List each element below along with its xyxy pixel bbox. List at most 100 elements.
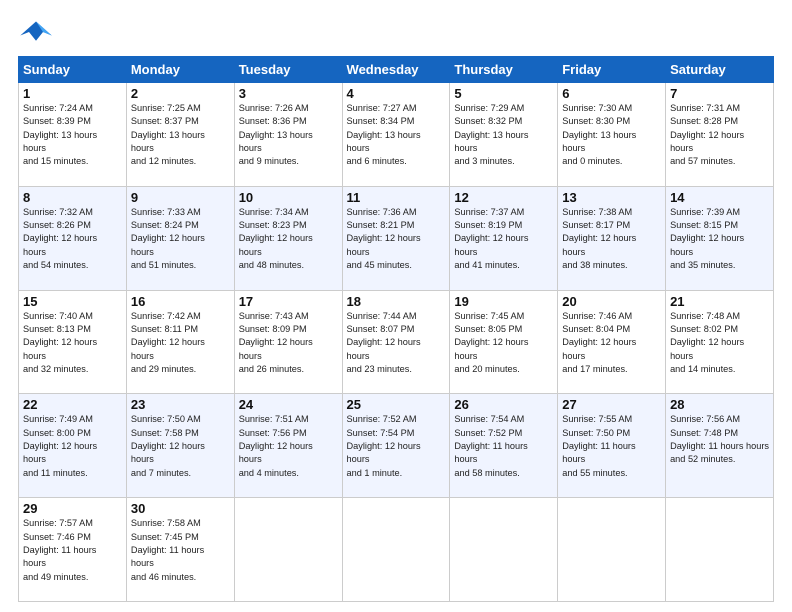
table-row: 7Sunrise: 7:31 AMSunset: 8:28 PMDaylight… bbox=[666, 83, 774, 187]
day-number: 11 bbox=[347, 190, 446, 205]
day-info: Sunrise: 7:56 AMSunset: 7:48 PMDaylight:… bbox=[670, 413, 769, 466]
day-info: Sunrise: 7:38 AMSunset: 8:17 PMDaylight:… bbox=[562, 206, 661, 273]
day-number: 17 bbox=[239, 294, 338, 309]
table-row: 24Sunrise: 7:51 AMSunset: 7:56 PMDayligh… bbox=[234, 394, 342, 498]
day-info: Sunrise: 7:25 AMSunset: 8:37 PMDaylight:… bbox=[131, 102, 230, 169]
table-row: 2Sunrise: 7:25 AMSunset: 8:37 PMDaylight… bbox=[126, 83, 234, 187]
day-number: 27 bbox=[562, 397, 661, 412]
day-info: Sunrise: 7:58 AMSunset: 7:45 PMDaylight:… bbox=[131, 517, 230, 584]
day-info: Sunrise: 7:37 AMSunset: 8:19 PMDaylight:… bbox=[454, 206, 553, 273]
day-number: 23 bbox=[131, 397, 230, 412]
day-number: 6 bbox=[562, 86, 661, 101]
day-info: Sunrise: 7:45 AMSunset: 8:05 PMDaylight:… bbox=[454, 310, 553, 377]
table-row: 5Sunrise: 7:29 AMSunset: 8:32 PMDaylight… bbox=[450, 83, 558, 187]
table-row: 27Sunrise: 7:55 AMSunset: 7:50 PMDayligh… bbox=[558, 394, 666, 498]
table-row: 30Sunrise: 7:58 AMSunset: 7:45 PMDayligh… bbox=[126, 498, 234, 602]
table-row bbox=[234, 498, 342, 602]
day-info: Sunrise: 7:54 AMSunset: 7:52 PMDaylight:… bbox=[454, 413, 553, 480]
day-number: 8 bbox=[23, 190, 122, 205]
day-number: 21 bbox=[670, 294, 769, 309]
day-number: 9 bbox=[131, 190, 230, 205]
day-info: Sunrise: 7:34 AMSunset: 8:23 PMDaylight:… bbox=[239, 206, 338, 273]
table-row: 16Sunrise: 7:42 AMSunset: 8:11 PMDayligh… bbox=[126, 290, 234, 394]
day-info: Sunrise: 7:44 AMSunset: 8:07 PMDaylight:… bbox=[347, 310, 446, 377]
day-info: Sunrise: 7:57 AMSunset: 7:46 PMDaylight:… bbox=[23, 517, 122, 584]
day-info: Sunrise: 7:24 AMSunset: 8:39 PMDaylight:… bbox=[23, 102, 122, 169]
page: Sunday Monday Tuesday Wednesday Thursday… bbox=[0, 0, 792, 612]
day-info: Sunrise: 7:50 AMSunset: 7:58 PMDaylight:… bbox=[131, 413, 230, 480]
weekday-header-row: Sunday Monday Tuesday Wednesday Thursday… bbox=[19, 57, 774, 83]
day-info: Sunrise: 7:49 AMSunset: 8:00 PMDaylight:… bbox=[23, 413, 122, 480]
table-row: 18Sunrise: 7:44 AMSunset: 8:07 PMDayligh… bbox=[342, 290, 450, 394]
day-number: 1 bbox=[23, 86, 122, 101]
table-row: 3Sunrise: 7:26 AMSunset: 8:36 PMDaylight… bbox=[234, 83, 342, 187]
day-number: 22 bbox=[23, 397, 122, 412]
day-number: 4 bbox=[347, 86, 446, 101]
day-number: 26 bbox=[454, 397, 553, 412]
day-number: 18 bbox=[347, 294, 446, 309]
table-row: 6Sunrise: 7:30 AMSunset: 8:30 PMDaylight… bbox=[558, 83, 666, 187]
day-number: 14 bbox=[670, 190, 769, 205]
header-thursday: Thursday bbox=[450, 57, 558, 83]
table-row bbox=[558, 498, 666, 602]
day-number: 16 bbox=[131, 294, 230, 309]
header-sunday: Sunday bbox=[19, 57, 127, 83]
table-row: 12Sunrise: 7:37 AMSunset: 8:19 PMDayligh… bbox=[450, 186, 558, 290]
table-row: 21Sunrise: 7:48 AMSunset: 8:02 PMDayligh… bbox=[666, 290, 774, 394]
table-row: 23Sunrise: 7:50 AMSunset: 7:58 PMDayligh… bbox=[126, 394, 234, 498]
day-number: 5 bbox=[454, 86, 553, 101]
day-info: Sunrise: 7:27 AMSunset: 8:34 PMDaylight:… bbox=[347, 102, 446, 169]
table-row: 22Sunrise: 7:49 AMSunset: 8:00 PMDayligh… bbox=[19, 394, 127, 498]
table-row: 26Sunrise: 7:54 AMSunset: 7:52 PMDayligh… bbox=[450, 394, 558, 498]
day-info: Sunrise: 7:51 AMSunset: 7:56 PMDaylight:… bbox=[239, 413, 338, 480]
table-row: 14Sunrise: 7:39 AMSunset: 8:15 PMDayligh… bbox=[666, 186, 774, 290]
day-info: Sunrise: 7:26 AMSunset: 8:36 PMDaylight:… bbox=[239, 102, 338, 169]
day-info: Sunrise: 7:36 AMSunset: 8:21 PMDaylight:… bbox=[347, 206, 446, 273]
table-row bbox=[450, 498, 558, 602]
day-info: Sunrise: 7:32 AMSunset: 8:26 PMDaylight:… bbox=[23, 206, 122, 273]
day-info: Sunrise: 7:39 AMSunset: 8:15 PMDaylight:… bbox=[670, 206, 769, 273]
day-number: 19 bbox=[454, 294, 553, 309]
day-number: 3 bbox=[239, 86, 338, 101]
day-number: 13 bbox=[562, 190, 661, 205]
day-number: 25 bbox=[347, 397, 446, 412]
day-info: Sunrise: 7:43 AMSunset: 8:09 PMDaylight:… bbox=[239, 310, 338, 377]
header-friday: Friday bbox=[558, 57, 666, 83]
day-number: 2 bbox=[131, 86, 230, 101]
day-number: 29 bbox=[23, 501, 122, 516]
table-row bbox=[342, 498, 450, 602]
table-row: 17Sunrise: 7:43 AMSunset: 8:09 PMDayligh… bbox=[234, 290, 342, 394]
day-number: 15 bbox=[23, 294, 122, 309]
header-wednesday: Wednesday bbox=[342, 57, 450, 83]
calendar-table: Sunday Monday Tuesday Wednesday Thursday… bbox=[18, 56, 774, 602]
day-number: 12 bbox=[454, 190, 553, 205]
logo bbox=[18, 18, 58, 46]
day-info: Sunrise: 7:48 AMSunset: 8:02 PMDaylight:… bbox=[670, 310, 769, 377]
table-row: 10Sunrise: 7:34 AMSunset: 8:23 PMDayligh… bbox=[234, 186, 342, 290]
day-number: 24 bbox=[239, 397, 338, 412]
day-info: Sunrise: 7:40 AMSunset: 8:13 PMDaylight:… bbox=[23, 310, 122, 377]
day-info: Sunrise: 7:30 AMSunset: 8:30 PMDaylight:… bbox=[562, 102, 661, 169]
day-info: Sunrise: 7:42 AMSunset: 8:11 PMDaylight:… bbox=[131, 310, 230, 377]
table-row: 28Sunrise: 7:56 AMSunset: 7:48 PMDayligh… bbox=[666, 394, 774, 498]
day-number: 20 bbox=[562, 294, 661, 309]
table-row: 11Sunrise: 7:36 AMSunset: 8:21 PMDayligh… bbox=[342, 186, 450, 290]
table-row: 4Sunrise: 7:27 AMSunset: 8:34 PMDaylight… bbox=[342, 83, 450, 187]
table-row: 29Sunrise: 7:57 AMSunset: 7:46 PMDayligh… bbox=[19, 498, 127, 602]
table-row bbox=[666, 498, 774, 602]
table-row: 15Sunrise: 7:40 AMSunset: 8:13 PMDayligh… bbox=[19, 290, 127, 394]
logo-icon bbox=[18, 18, 54, 46]
table-row: 13Sunrise: 7:38 AMSunset: 8:17 PMDayligh… bbox=[558, 186, 666, 290]
day-info: Sunrise: 7:31 AMSunset: 8:28 PMDaylight:… bbox=[670, 102, 769, 169]
day-info: Sunrise: 7:46 AMSunset: 8:04 PMDaylight:… bbox=[562, 310, 661, 377]
day-info: Sunrise: 7:55 AMSunset: 7:50 PMDaylight:… bbox=[562, 413, 661, 480]
day-number: 28 bbox=[670, 397, 769, 412]
header-monday: Monday bbox=[126, 57, 234, 83]
table-row: 8Sunrise: 7:32 AMSunset: 8:26 PMDaylight… bbox=[19, 186, 127, 290]
table-row: 25Sunrise: 7:52 AMSunset: 7:54 PMDayligh… bbox=[342, 394, 450, 498]
day-number: 30 bbox=[131, 501, 230, 516]
day-number: 7 bbox=[670, 86, 769, 101]
header-saturday: Saturday bbox=[666, 57, 774, 83]
table-row: 20Sunrise: 7:46 AMSunset: 8:04 PMDayligh… bbox=[558, 290, 666, 394]
table-row: 19Sunrise: 7:45 AMSunset: 8:05 PMDayligh… bbox=[450, 290, 558, 394]
